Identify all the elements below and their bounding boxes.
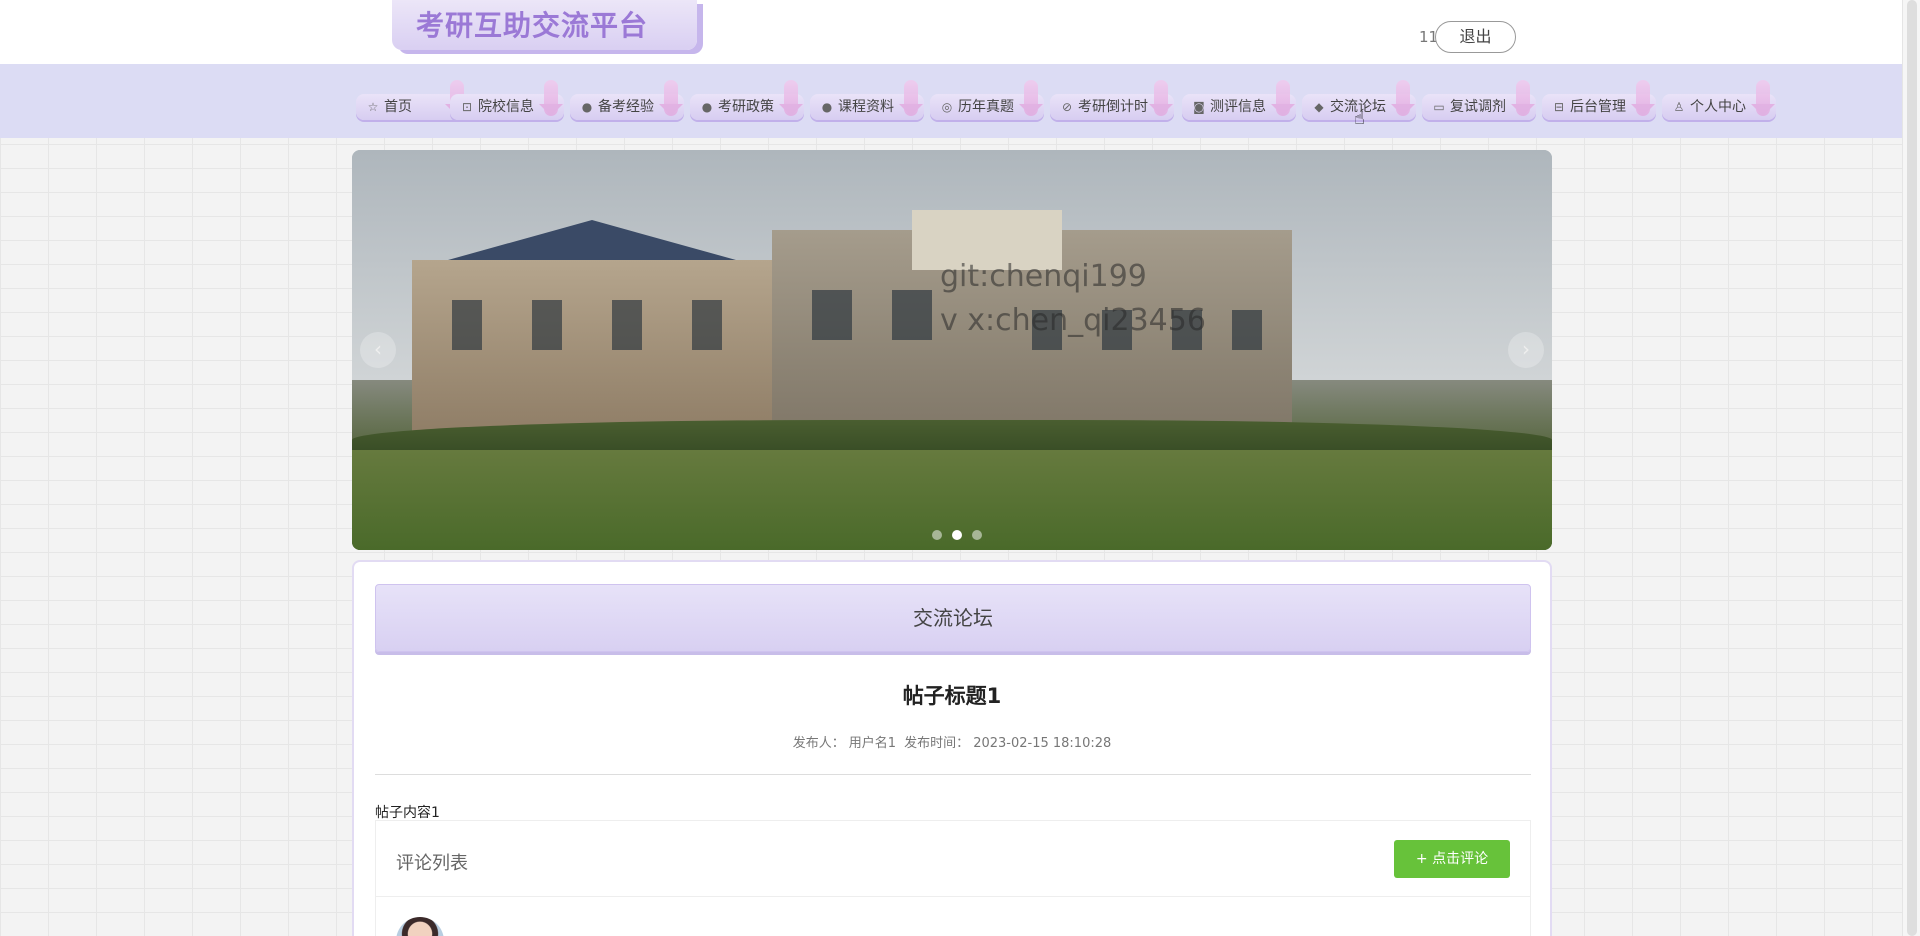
ribbon-decoration [539,80,563,116]
nav-item-label: 院校信息 [478,99,534,115]
carousel-indicators [927,525,987,544]
nav-item-profile[interactable]: ♙ 个人中心 [1662,80,1776,120]
car-icon: ◆ [1314,100,1324,114]
check-circle-icon: ⊘ [1061,100,1073,114]
nav-item-policy[interactable]: ● 考研政策 [690,80,804,120]
nav-item-label: 交流论坛 [1330,99,1386,115]
ribbon-decoration [1149,80,1173,116]
ribbon-decoration [1511,80,1535,116]
box-icon: ⊟ [1553,100,1565,114]
banner-carousel[interactable]: git:chenqi199 v x:chen_qi23456 ‹ › [352,150,1552,550]
ribbon-decoration [779,80,803,116]
ribbon-decoration [1391,80,1415,116]
carousel-dot[interactable] [972,530,982,540]
ribbon-decoration [1631,80,1655,116]
logout-button[interactable]: 退出 [1435,21,1516,53]
nav-item-label: 考研政策 [718,99,774,115]
info-icon: ● [821,100,833,114]
star-icon: ☆ [367,100,379,114]
camera-icon: ◙ [1193,100,1205,114]
nav-item-label: 历年真题 [958,99,1014,115]
at-icon: ◎ [941,100,953,114]
bag-icon: ⊡ [461,100,473,114]
ribbon-decoration [1271,80,1295,116]
nav-item-assessment[interactable]: ◙ 测评信息 [1182,80,1296,120]
post-content: 帖子内容1 [375,805,440,821]
nav-item-label: 个人中心 [1690,99,1746,115]
ribbon-decoration [1751,80,1775,116]
post-title: 帖子标题1 [902,684,1002,708]
ribbon-decoration [1019,80,1043,116]
carousel-prev-button[interactable]: ‹ [360,332,396,368]
nav-item-label: 复试调剂 [1450,99,1506,115]
question-icon: ● [701,100,713,114]
avatar [396,917,444,936]
nav-item-schools[interactable]: ⊡ 院校信息 [450,80,564,120]
comments-header: 评论列表 + 点击评论 [376,821,1530,897]
ribbon-decoration [659,80,683,116]
forum-detail-panel: 交流论坛 帖子标题1 发布人： 用户名1 发布时间： 2023-02-15 18:1… [352,560,1552,936]
comments-section: 评论列表 + 点击评论 [375,820,1531,936]
nav-item-label: 备考经验 [598,99,654,115]
author-label: 发布人： [792,736,845,751]
nav-item-experience[interactable]: ● 备考经验 [570,80,684,120]
carousel-next-button[interactable]: › [1508,332,1544,368]
carousel-dot[interactable] [932,530,942,540]
nav-item-label: 首页 [384,99,412,115]
add-comment-button[interactable]: + 点击评论 [1394,840,1510,878]
section-title: 交流论坛 [375,584,1531,652]
nav-item-countdown[interactable]: ⊘ 考研倒计时 [1050,80,1174,120]
site-title: 考研互助交流平台 [416,9,649,42]
banner-watermark: git:chenqi199 v x:chen_qi23456 [940,255,1206,343]
info-icon: ● [581,100,593,114]
post-time: 2023-02-15 18:10:28 [973,736,1112,751]
comments-title: 评论列表 [396,853,468,874]
page-scrollbar[interactable] [1902,0,1920,936]
nav-item-courses[interactable]: ● 课程资料 [810,80,924,120]
site-logo[interactable]: 考研互助交流平台 [392,0,697,50]
nav-item-label: 考研倒计时 [1078,99,1148,115]
video-icon: ▭ [1433,100,1445,114]
post-meta: 发布人： 用户名1 发布时间： 2023-02-15 18:10:28 [354,732,1550,751]
time-label: 发布时间： [904,736,970,751]
nav-item-admin[interactable]: ⊟ 后台管理 [1542,80,1656,120]
top-header: 考研互助交流平台 11 退出 [0,0,1902,64]
author-name: 用户名1 [848,736,897,751]
nav-item-past-exams[interactable]: ◎ 历年真题 [930,80,1044,120]
divider [375,774,1531,775]
nav-item-label: 课程资料 [838,99,894,115]
ribbon-decoration [899,80,923,116]
scrollbar-thumb[interactable] [1907,0,1917,936]
watermark-line: git:chenqi199 [940,259,1147,294]
user-icon: ♙ [1673,100,1685,114]
watermark-line: v x:chen_qi23456 [940,303,1206,338]
nav-item-label: 后台管理 [1570,99,1626,115]
nav-item-label: 测评信息 [1210,99,1266,115]
nav-item-retest[interactable]: ▭ 复试调剂 [1422,80,1536,120]
carousel-dot-active[interactable] [952,530,962,540]
